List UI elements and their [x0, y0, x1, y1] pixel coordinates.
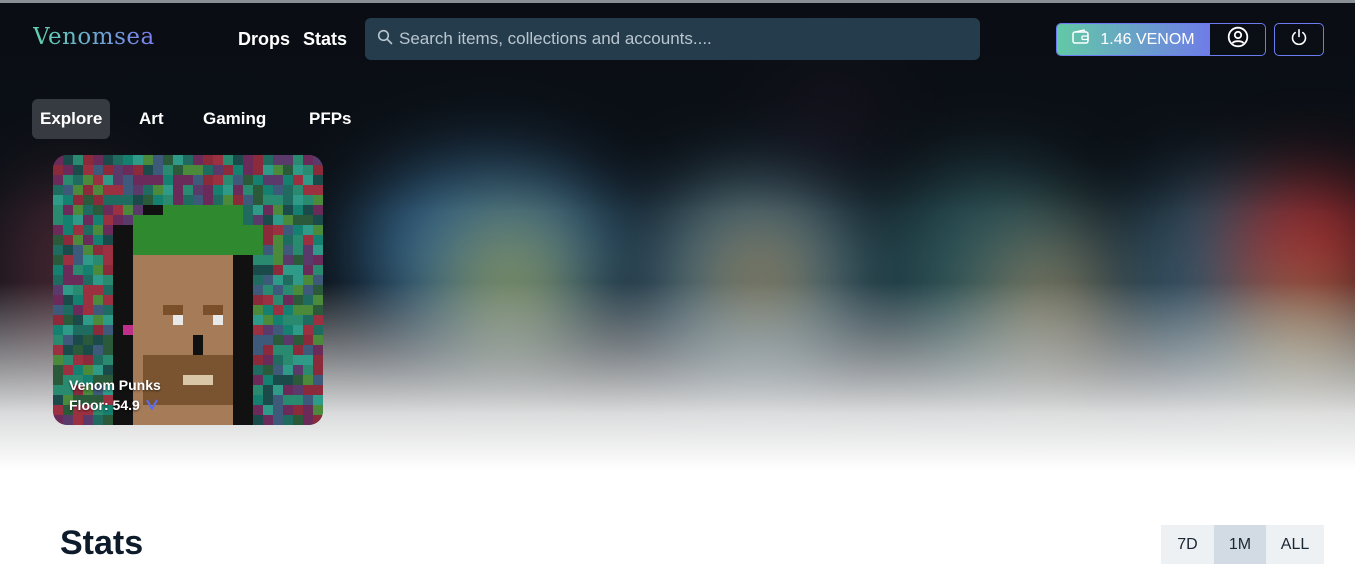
search-input[interactable]: [399, 29, 980, 49]
tab-art[interactable]: Art: [131, 99, 172, 139]
wallet-widget: 1.46 VENOM: [1056, 23, 1266, 56]
nav-stats[interactable]: Stats: [303, 29, 347, 50]
profile-button[interactable]: [1210, 24, 1265, 55]
venom-logo-icon: [145, 395, 158, 415]
power-icon: [1290, 28, 1308, 51]
period-7d-button[interactable]: 7D: [1161, 525, 1214, 564]
period-1m-button[interactable]: 1M: [1214, 525, 1266, 564]
search-bar: [365, 18, 980, 60]
card-caption: Venom Punks Floor: 54.9: [69, 375, 161, 415]
floor-row: Floor: 54.9: [69, 395, 161, 415]
wallet-icon: [1072, 29, 1090, 50]
search-icon: [377, 29, 393, 50]
tab-gaming[interactable]: Gaming: [195, 99, 274, 139]
tab-pfps[interactable]: PFPs: [301, 99, 360, 139]
user-circle-icon: [1227, 26, 1249, 53]
wallet-balance-button[interactable]: 1.46 VENOM: [1057, 24, 1210, 55]
featured-collection-card[interactable]: Venom Punks Floor: 54.9: [53, 155, 323, 425]
tab-explore[interactable]: Explore: [32, 99, 111, 139]
stats-heading: Stats: [60, 524, 144, 562]
nav-drops[interactable]: Drops: [238, 29, 290, 50]
period-selector: 7D 1M ALL: [1161, 525, 1324, 564]
period-all-button[interactable]: ALL: [1266, 525, 1324, 564]
logo[interactable]: Venomsea: [33, 24, 155, 50]
floor-price: Floor: 54.9: [69, 397, 140, 413]
wallet-balance-label: 1.46 VENOM: [1100, 30, 1195, 48]
logout-button[interactable]: [1274, 23, 1324, 56]
collection-name: Venom Punks: [69, 377, 161, 393]
